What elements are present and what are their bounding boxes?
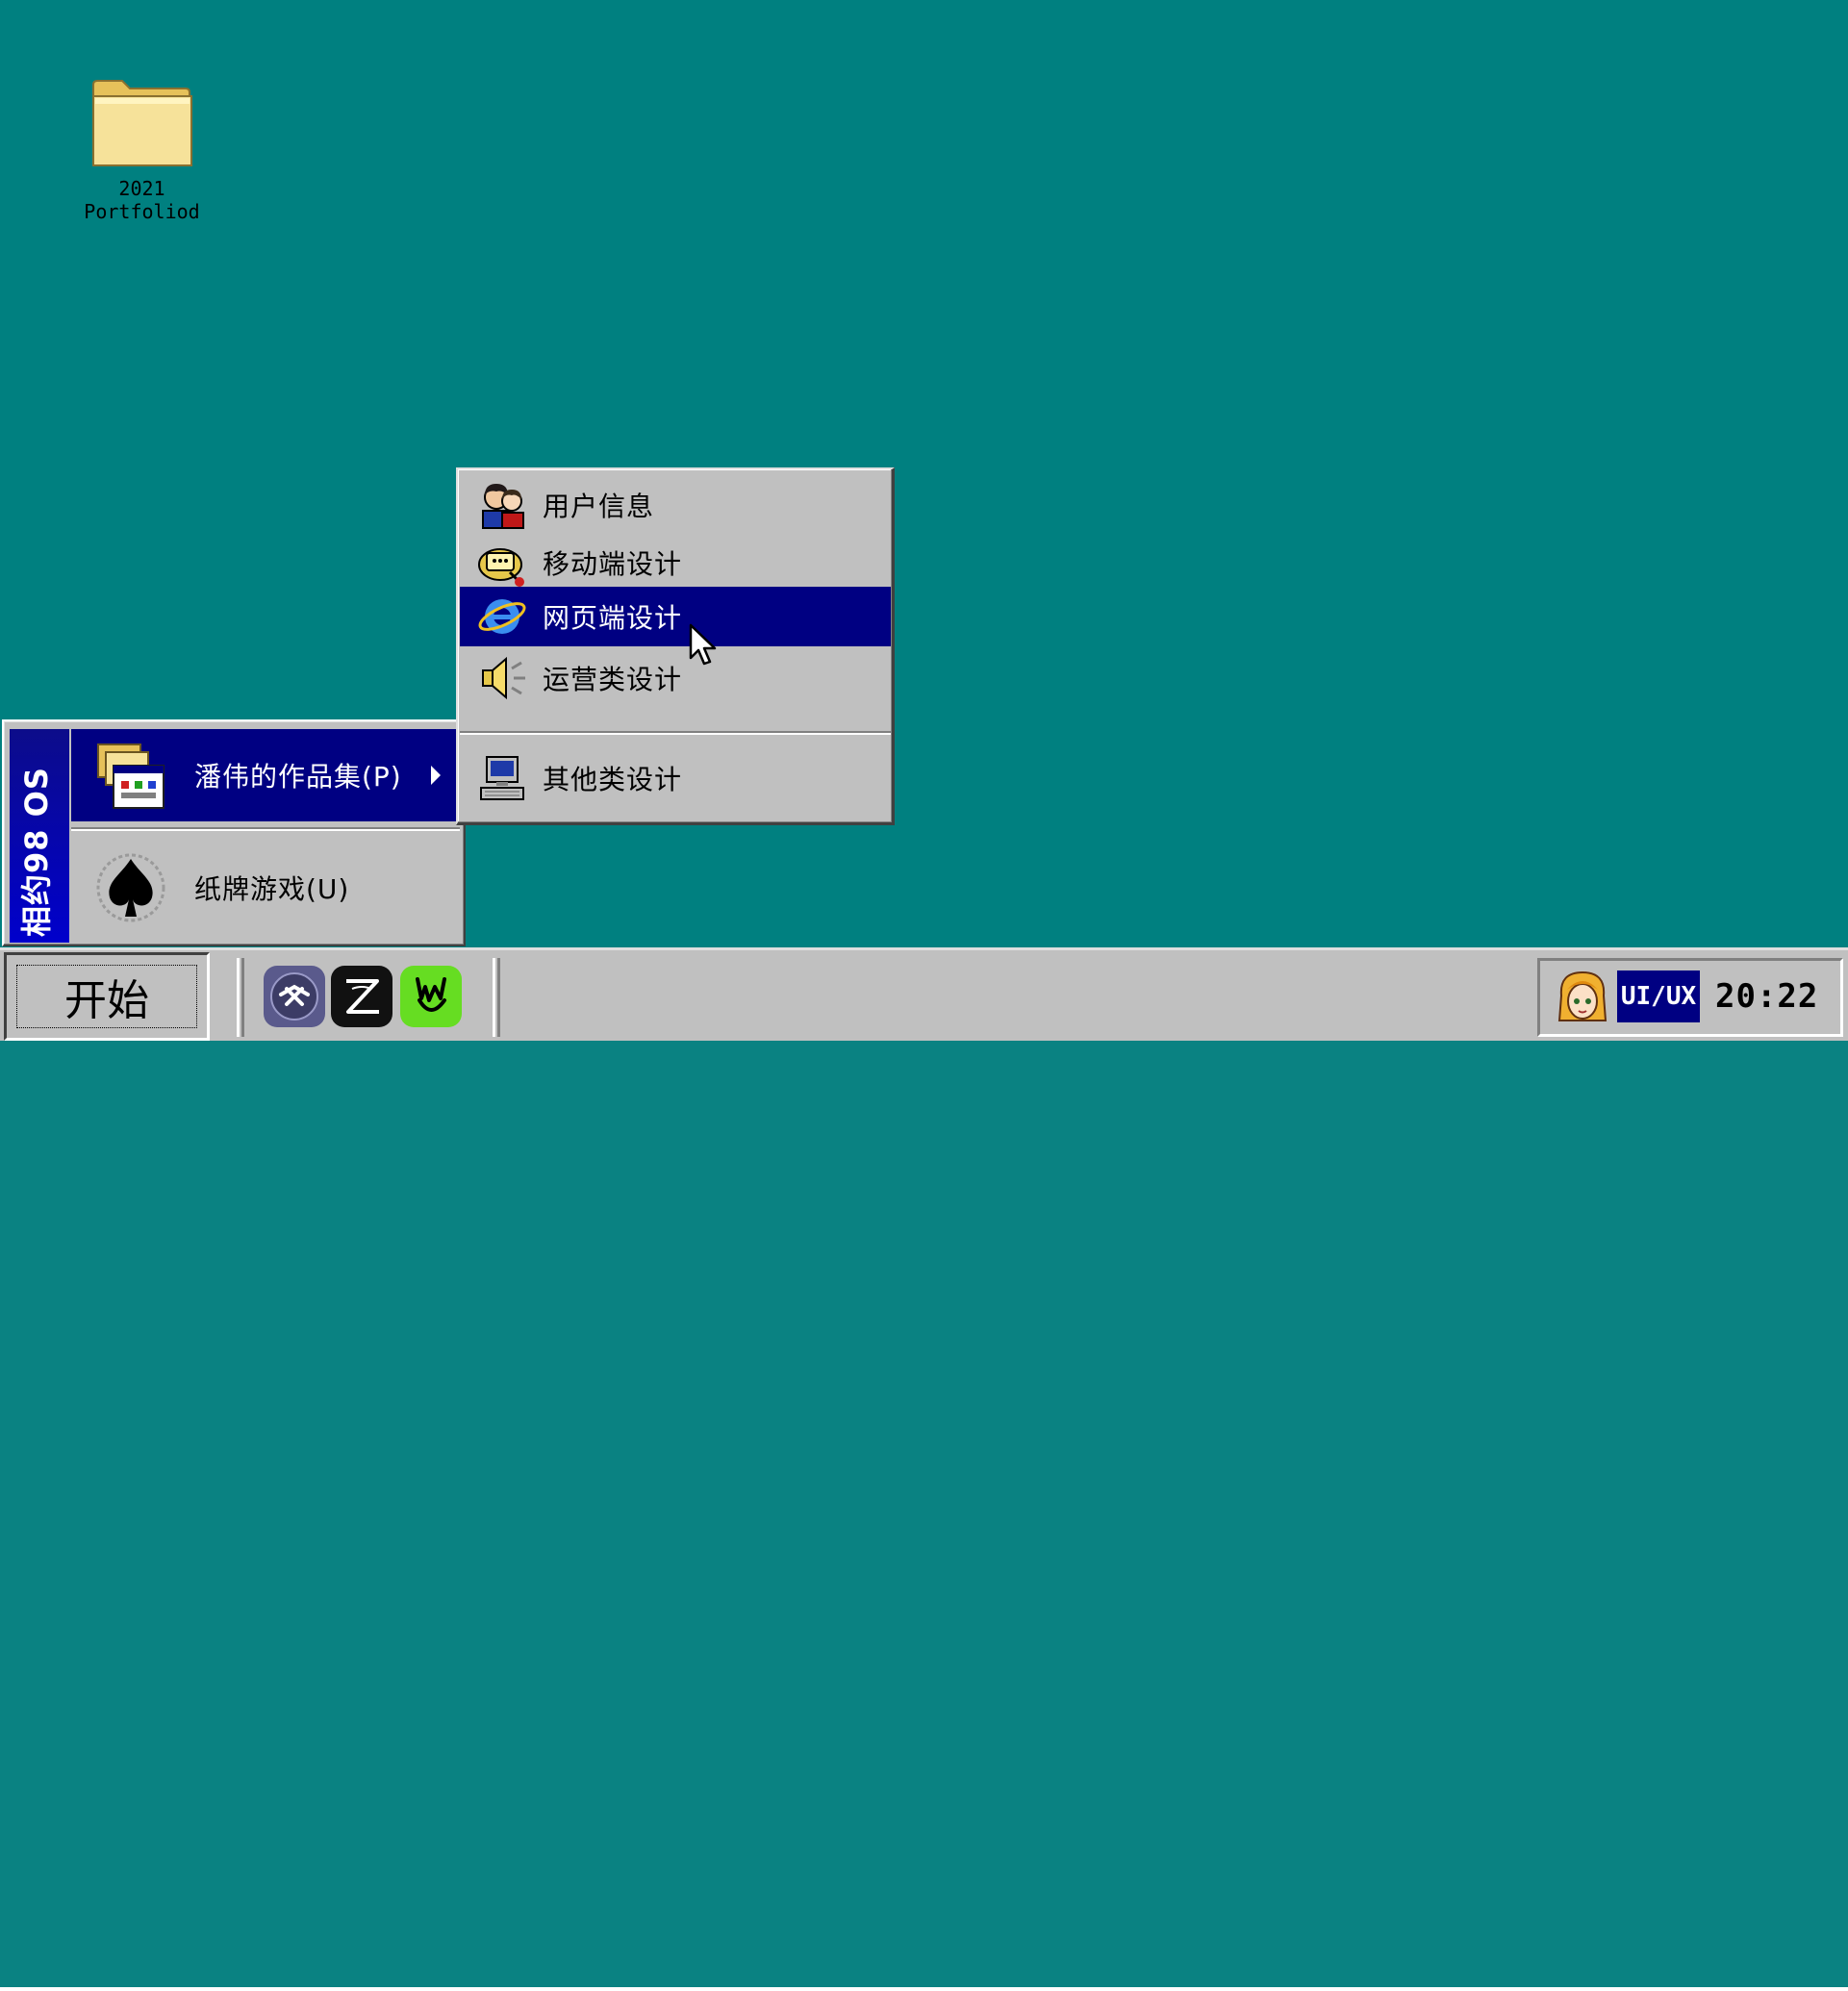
submenu-item-label: 其他类设计: [543, 764, 683, 795]
start-menu-banner-text: 相约98 OS: [18, 767, 55, 937]
submenu-item-label: 移动端设计: [543, 548, 683, 580]
submenu-item-user-info[interactable]: 用户信息: [460, 475, 891, 535]
start-menu-item-label: 纸牌游戏(U): [194, 873, 350, 905]
app-logo-icon[interactable]: [264, 966, 325, 1027]
desktop-icon-portfolio[interactable]: 2021 Portfoliod: [67, 77, 216, 223]
mouse-pointer-icon: [689, 623, 718, 668]
submenu-item-label: 网页端设计: [543, 602, 683, 634]
portfolio-submenu: 用户信息 移动端设计 网页端设计 运营类设计 其他类设计: [456, 467, 895, 825]
internet-explorer-icon: [477, 592, 527, 642]
submenu-separator: [460, 731, 891, 735]
submenu-item-web-design[interactable]: 网页端设计: [460, 587, 891, 646]
speaker-icon: [477, 653, 527, 703]
submenu-item-operations-design[interactable]: 运营类设计: [460, 648, 891, 708]
start-menu-separator: [71, 827, 460, 831]
desktop: 2021 Portfoliod 相约98 OS 潘伟的作品集(P) 纸牌游戏(U…: [0, 0, 1848, 947]
users-icon: [477, 480, 527, 530]
taskbar-bottom-edge: [0, 1987, 1848, 1991]
submenu-item-label: 运营类设计: [543, 664, 683, 695]
clock[interactable]: 20:22: [1715, 970, 1818, 1022]
computer-icon: [477, 753, 527, 803]
submenu-item-other-design[interactable]: 其他类设计: [460, 748, 891, 808]
folder-icon: [89, 77, 195, 169]
quick-launch-grip[interactable]: [237, 958, 244, 1037]
taskbar: 开始 UI/UX 20:22: [0, 947, 1848, 1991]
taskbar-grip[interactable]: [493, 958, 500, 1037]
start-menu-item-portfolio[interactable]: 潘伟的作品集(P): [71, 729, 460, 821]
submenu-item-mobile-design[interactable]: 移动端设计: [460, 533, 891, 592]
spade-card-icon: [92, 849, 169, 926]
start-button[interactable]: 开始: [4, 952, 210, 1041]
start-menu-banner: 相约98 OS: [10, 729, 69, 943]
submenu-item-label: 用户信息: [543, 491, 655, 522]
rock-hand-icon[interactable]: [400, 966, 462, 1027]
anime-avatar-icon[interactable]: [1556, 969, 1609, 1026]
start-button-label: 开始: [64, 976, 149, 1025]
ui-ux-badge[interactable]: UI/UX: [1617, 970, 1700, 1022]
programs-folder-icon: [92, 737, 169, 814]
start-menu: 相约98 OS 潘伟的作品集(P) 纸牌游戏(U): [2, 719, 466, 946]
start-menu-item-card-games[interactable]: 纸牌游戏(U): [71, 835, 460, 941]
system-tray: UI/UX 20:22: [1537, 958, 1843, 1037]
submenu-arrow-icon: [431, 766, 441, 785]
phone-icon: [477, 538, 527, 588]
zeplin-style-z-icon[interactable]: [331, 966, 392, 1027]
start-menu-item-label: 潘伟的作品集(P): [194, 761, 402, 793]
desktop-icon-label: 2021 Portfoliod: [84, 177, 200, 223]
